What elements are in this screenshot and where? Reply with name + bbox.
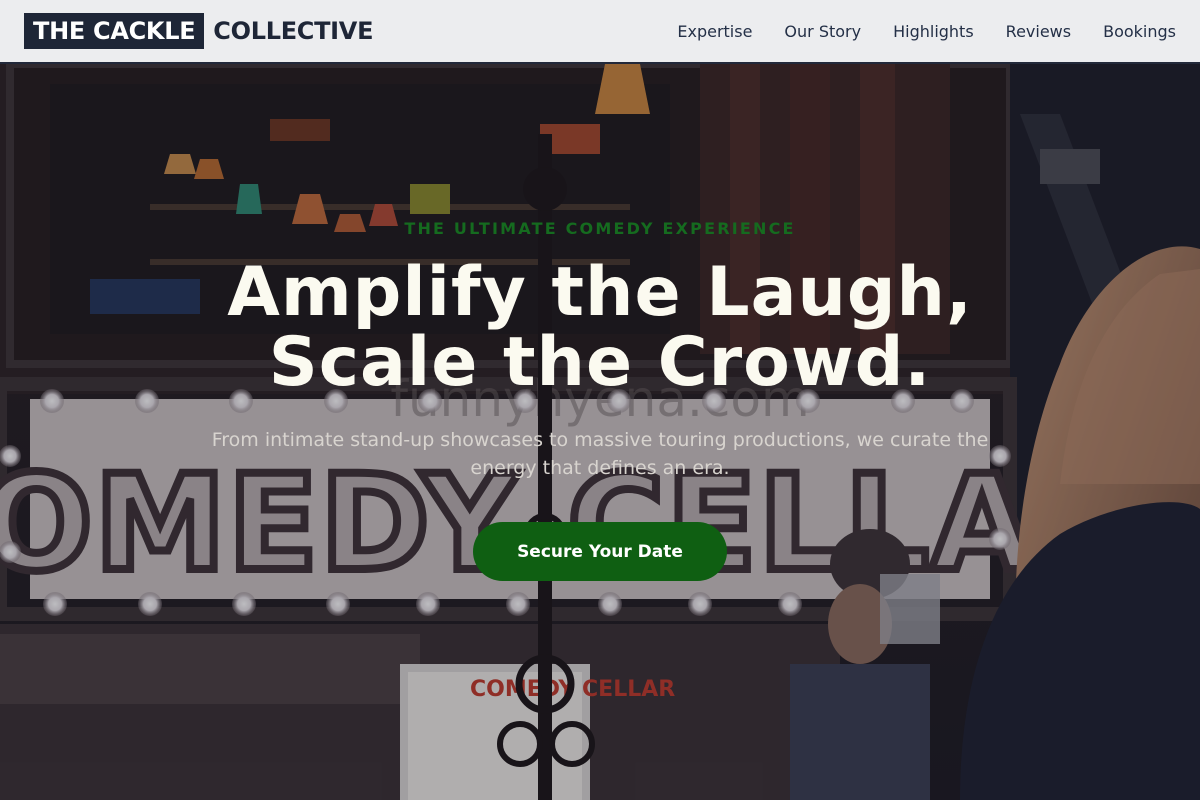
nav-link-highlights[interactable]: Highlights bbox=[893, 22, 974, 41]
nav-link-our-story[interactable]: Our Story bbox=[784, 22, 861, 41]
secure-date-button[interactable]: Secure Your Date bbox=[473, 522, 727, 581]
hero-subtext: From intimate stand-up showcases to mass… bbox=[211, 429, 989, 479]
site-header: THE CACKLE COLLECTIVE Expertise Our Stor… bbox=[0, 0, 1200, 64]
nav-link-expertise[interactable]: Expertise bbox=[677, 22, 752, 41]
hero-eyebrow: THE ULTIMATE COMEDY EXPERIENCE bbox=[404, 219, 796, 238]
logo-boxed-text: THE CACKLE bbox=[24, 13, 205, 49]
headline-line-1: Amplify the Laugh, bbox=[227, 253, 973, 332]
headline-line-2: Scale the Crowd. bbox=[268, 323, 932, 402]
hero-section: COMEDY CELLAR funnyhyena.com bbox=[0, 64, 1200, 800]
hero-headline: Amplify the Laugh, Scale the Crowd. bbox=[0, 258, 1200, 398]
nav-link-reviews[interactable]: Reviews bbox=[1006, 22, 1071, 41]
hero-content: THE ULTIMATE COMEDY EXPERIENCE Amplify t… bbox=[0, 64, 1200, 800]
main-nav: Expertise Our Story Highlights Reviews B… bbox=[677, 22, 1176, 41]
nav-link-bookings[interactable]: Bookings bbox=[1103, 22, 1176, 41]
logo-text: COLLECTIVE bbox=[213, 17, 374, 45]
brand-logo[interactable]: THE CACKLE COLLECTIVE bbox=[24, 13, 373, 49]
